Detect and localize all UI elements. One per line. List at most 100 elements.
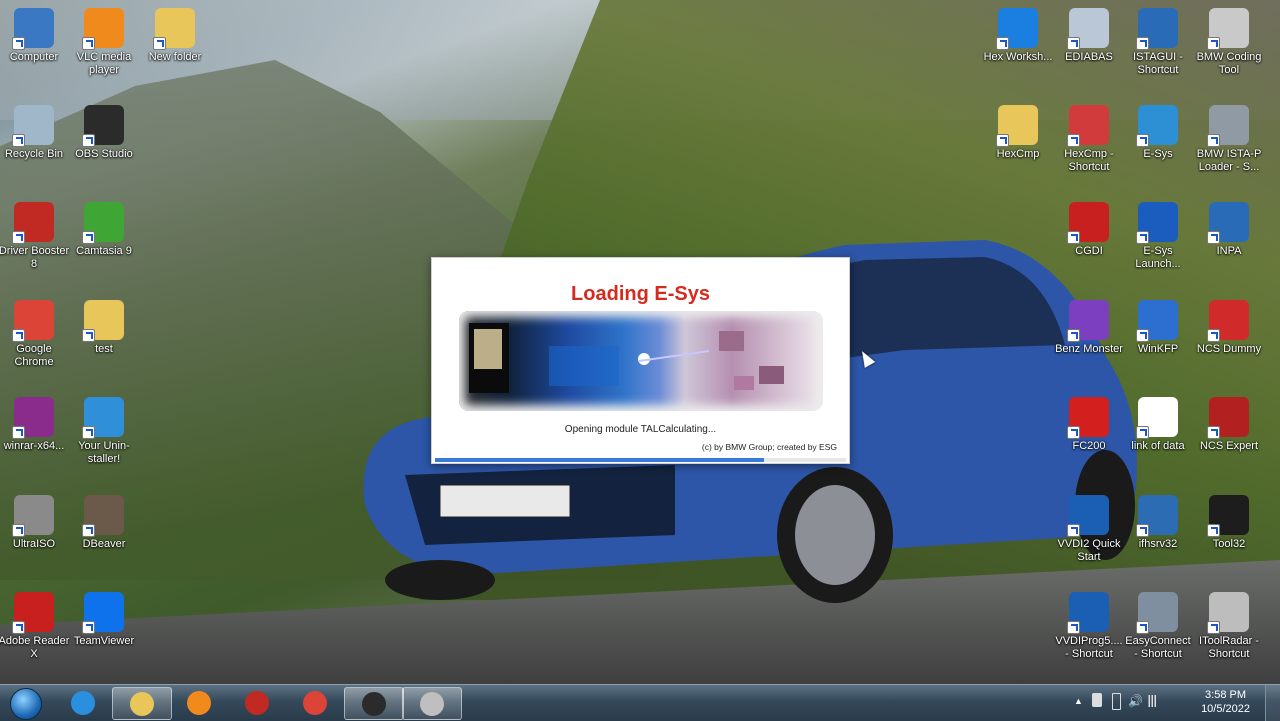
taskbar: ▲ 🔊 3:58 PM 10/5/2022 (0, 684, 1280, 721)
desktop-icon-label: Hex Worksh... (983, 51, 1053, 63)
desktop-icon-label: test (95, 343, 113, 355)
desktop-icon-text-file[interactable]: link of data (1122, 397, 1194, 453)
desktop-icon-label: Recycle Bin (4, 148, 64, 160)
show-hidden-icons-icon[interactable]: ▲ (1074, 696, 1083, 706)
desktop-icon-label: Driver Booster 8 (0, 245, 70, 270)
desktop-icon-camtasia[interactable]: Camtasia 9 (68, 202, 140, 258)
taskbar-app-esys-app[interactable] (402, 687, 462, 720)
desktop-icon-adobe-reader[interactable]: Adobe Reader X (0, 592, 70, 661)
desktop-icon-folder[interactable]: New folder (139, 8, 211, 64)
desktop-icon-label: Benz Monster (1055, 343, 1123, 355)
desktop-icon-ifhsrv32[interactable]: ifhsrv32 (1122, 495, 1194, 551)
desktop-icon-folder[interactable]: test (68, 300, 140, 356)
desktop-icon-cgdi[interactable]: CGDI (1053, 202, 1125, 258)
desktop-icon-label: NCS Dummy (1196, 343, 1262, 355)
desktop-icon-label: EasyConnect - Shortcut (1125, 635, 1191, 660)
clock[interactable]: 3:58 PM 10/5/2022 (1201, 688, 1250, 716)
desktop-icon-label: VLC media player (76, 51, 132, 76)
shortcut-arrow-icon (82, 37, 95, 50)
battery-icon[interactable] (1112, 693, 1121, 710)
bmw-logo-icon (1207, 202, 1249, 244)
esys-launcher-icon (1136, 202, 1178, 244)
shortcut-arrow-icon (82, 134, 95, 147)
desktop-icon-winkfp[interactable]: WinKFP (1122, 300, 1194, 356)
desktop-icon-tool32[interactable]: Tool32 (1193, 495, 1265, 551)
folder-icon (996, 105, 1038, 147)
desktop-icon-label: New folder (148, 51, 202, 63)
desktop-icon-label: TeamViewer (73, 635, 135, 647)
media-player-icon (187, 690, 211, 715)
shortcut-arrow-icon (1207, 426, 1220, 439)
desktop-icon-winrar[interactable]: winrar-x64... (0, 397, 70, 453)
desktop-icon-dbeaver[interactable]: DBeaver (68, 495, 140, 551)
shortcut-arrow-icon (12, 329, 25, 342)
desktop-icon-esys[interactable]: E-Sys (1122, 105, 1194, 161)
desktop-icon-label: winrar-x64... (3, 440, 65, 452)
desktop-icon-easyconnect[interactable]: EasyConnect - Shortcut (1122, 592, 1194, 661)
desktop-icon-label: IToolRadar - Shortcut (1199, 635, 1259, 660)
desktop-icon-driver-booster[interactable]: Driver Booster 8 (0, 202, 70, 271)
ista-p-icon (1207, 105, 1249, 147)
desktop-icon-recycle-bin[interactable]: Recycle Bin (0, 105, 70, 161)
shortcut-arrow-icon (12, 134, 25, 147)
desktop-icon-fc200[interactable]: FC200 (1053, 397, 1125, 453)
driver-booster-icon (12, 202, 54, 244)
taskbar-app-explorer[interactable] (112, 687, 172, 720)
adobe-reader-icon (12, 592, 54, 634)
desktop-icon-vvdi2[interactable]: VVDI2 Quick Start (1053, 495, 1125, 564)
desktop-icon-ediabas[interactable]: EDIABAS (1053, 8, 1125, 64)
shortcut-arrow-icon (1136, 329, 1149, 342)
taskbar-app-driver-booster[interactable] (228, 687, 286, 718)
desktop-icon-vlc[interactable]: VLC media player (68, 8, 140, 77)
desktop-icon-ncs-expert[interactable]: NCS Expert (1193, 397, 1265, 453)
desktop-icon-itoolradar[interactable]: IToolRadar - Shortcut (1193, 592, 1265, 661)
shortcut-arrow-icon (1136, 426, 1149, 439)
desktop-icon-label: OBS Studio (75, 148, 133, 160)
volume-icon[interactable]: 🔊 (1128, 694, 1143, 708)
desktop-icon-chrome[interactable]: Google Chrome (0, 300, 70, 369)
text-file-icon (1136, 397, 1178, 439)
dialog-title: Loading E-Sys (571, 283, 710, 305)
desktop-icon-uninstaller[interactable]: Your Unin-staller! (68, 397, 140, 466)
vvdiprog-icon (1067, 592, 1109, 634)
desktop-icon-bmw-logo[interactable]: ISTAGUI - Shortcut (1122, 8, 1194, 77)
desktop-icon-label: CGDI (1075, 245, 1103, 257)
system-tray: ▲ 🔊 (1070, 685, 1160, 721)
shortcut-arrow-icon (1207, 621, 1220, 634)
taskbar-app-ie[interactable] (54, 687, 112, 718)
desktop-icon-bmw-logo[interactable]: INPA (1193, 202, 1265, 258)
action-center-icon[interactable] (1092, 693, 1102, 707)
shortcut-arrow-icon (1136, 621, 1149, 634)
shortcut-arrow-icon (1136, 524, 1149, 537)
show-desktop-button[interactable] (1265, 685, 1280, 721)
desktop-icon-bmw-coding-tool[interactable]: BMW Coding Tool (1193, 8, 1265, 77)
desktop-icon-teamviewer[interactable]: TeamViewer (68, 592, 140, 648)
desktop-icon-computer[interactable]: Computer (0, 8, 70, 64)
desktop-icon-label: Google Chrome (14, 343, 54, 368)
desktop-icon-benz-monster[interactable]: Benz Monster (1053, 300, 1125, 356)
desktop-icon-hex-workshop[interactable]: Hex Worksh... (982, 8, 1054, 64)
desktop-icon-label: link of data (1131, 440, 1185, 452)
desktop-icon-label: DBeaver (82, 538, 126, 550)
desktop-icon-esys-launcher[interactable]: E-Sys Launch... (1122, 202, 1194, 271)
desktop-icon-obs[interactable]: OBS Studio (68, 105, 140, 161)
hex-workshop-icon (996, 8, 1038, 50)
ediabas-icon (1067, 8, 1109, 50)
desktop-icon-ncs-dummy[interactable]: NCS Dummy (1193, 300, 1265, 356)
fc200-icon (1067, 397, 1109, 439)
shortcut-arrow-icon (12, 524, 25, 537)
shortcut-arrow-icon (12, 621, 25, 634)
ncs-dummy-icon (1207, 300, 1249, 342)
network-signal-icon[interactable] (1146, 695, 1158, 707)
taskbar-app-obs[interactable] (344, 687, 404, 720)
desktop-icon-ista-p[interactable]: BMW ISTA-P Loader - S... (1193, 105, 1265, 174)
clock-time: 3:58 PM (1205, 689, 1247, 701)
start-button[interactable] (2, 686, 48, 720)
desktop-icon-vvdiprog[interactable]: VVDIProg5.... - Shortcut (1053, 592, 1125, 661)
taskbar-app-media-player[interactable] (170, 687, 228, 718)
taskbar-app-chrome[interactable] (286, 687, 344, 718)
shortcut-arrow-icon (1067, 37, 1080, 50)
desktop-icon-folder[interactable]: HexCmp (982, 105, 1054, 161)
desktop-icon-hexcmp[interactable]: HexCmp - Shortcut (1053, 105, 1125, 174)
desktop-icon-ultraiso[interactable]: UltraISO (0, 495, 70, 551)
